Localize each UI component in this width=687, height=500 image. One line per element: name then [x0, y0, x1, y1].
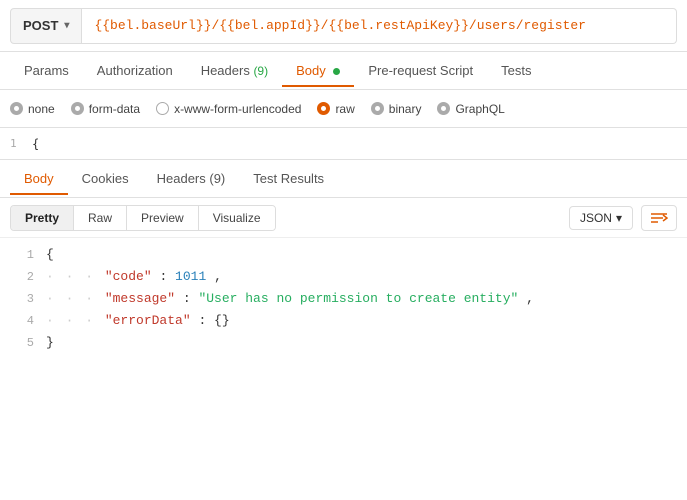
wrap-icon: [650, 211, 668, 225]
radio-none-circle: [10, 102, 23, 115]
result-tab-body[interactable]: Body: [10, 163, 68, 194]
json-type-wrap: JSON ▾: [569, 205, 677, 231]
body-dot: [333, 68, 340, 75]
editor-input[interactable]: [32, 137, 52, 151]
json-line-4: 4 · · · "errorData" : {}: [0, 310, 687, 332]
radio-raw-circle: [317, 102, 330, 115]
method-label: POST: [23, 18, 58, 33]
radio-urlencoded[interactable]: x-www-form-urlencoded: [156, 102, 301, 116]
url-bar: POST ▾: [0, 0, 687, 52]
format-pretty[interactable]: Pretty: [11, 206, 74, 230]
tab-tests[interactable]: Tests: [487, 55, 545, 86]
method-chevron: ▾: [64, 20, 69, 31]
url-input[interactable]: [82, 8, 677, 44]
format-button-group: Pretty Raw Preview Visualize: [10, 205, 276, 231]
tab-body[interactable]: Body: [282, 55, 354, 86]
tab-pre-request[interactable]: Pre-request Script: [354, 55, 487, 86]
radio-graphql-circle: [437, 102, 450, 115]
wrap-button[interactable]: [641, 205, 677, 231]
result-tab-bar: Body Cookies Headers (9) Test Results: [0, 160, 687, 198]
json-line-3: 3 · · · "message" : "User has no permiss…: [0, 288, 687, 310]
tab-headers[interactable]: Headers (9): [187, 55, 282, 86]
json-response-view: 1 { 2 · · · "code" : 1011 , 3 · · · "mes…: [0, 238, 687, 360]
json-type-select[interactable]: JSON ▾: [569, 206, 633, 230]
format-preview[interactable]: Preview: [127, 206, 199, 230]
json-type-label: JSON: [580, 211, 612, 225]
json-chevron-icon: ▾: [616, 211, 622, 225]
json-line-1: 1 {: [0, 244, 687, 266]
radio-urlencoded-circle: [156, 102, 169, 115]
result-tab-cookies[interactable]: Cookies: [68, 163, 143, 194]
result-tab-test-results[interactable]: Test Results: [239, 163, 338, 194]
radio-raw[interactable]: raw: [317, 102, 354, 116]
body-type-bar: none form-data x-www-form-urlencoded raw…: [0, 90, 687, 128]
radio-binary-circle: [371, 102, 384, 115]
radio-none[interactable]: none: [10, 102, 55, 116]
radio-graphql[interactable]: GraphQL: [437, 102, 504, 116]
editor-input-row: 1: [0, 128, 687, 160]
format-visualize[interactable]: Visualize: [199, 206, 275, 230]
tab-params[interactable]: Params: [10, 55, 83, 86]
tab-authorization[interactable]: Authorization: [83, 55, 187, 86]
radio-binary[interactable]: binary: [371, 102, 422, 116]
radio-form-data-circle: [71, 102, 84, 115]
format-raw[interactable]: Raw: [74, 206, 127, 230]
json-line-2: 2 · · · "code" : 1011 ,: [0, 266, 687, 288]
top-tab-bar: Params Authorization Headers (9) Body Pr…: [0, 52, 687, 90]
method-select[interactable]: POST ▾: [10, 8, 82, 44]
radio-form-data[interactable]: form-data: [71, 102, 140, 116]
editor-line-number: 1: [10, 137, 26, 150]
json-line-5: 5 }: [0, 332, 687, 354]
format-bar: Pretty Raw Preview Visualize JSON ▾: [0, 198, 687, 238]
result-tab-headers[interactable]: Headers (9): [143, 163, 240, 194]
